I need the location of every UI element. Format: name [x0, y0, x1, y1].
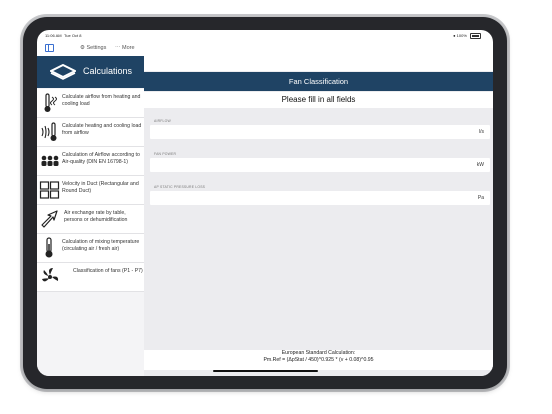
static-pressure-label: AP STATIC PRESSURE LOSS	[154, 185, 206, 189]
menu-item-air-exchange[interactable]: Air exchange rate by table, persons or d…	[37, 205, 144, 234]
more-label: More	[122, 45, 135, 51]
title-bar: Fan Classification	[144, 72, 493, 91]
home-indicator	[213, 370, 318, 372]
footer-formula: Pm.Ref = (ΔpStat / 450)^0.925 * (v + 0.0…	[263, 357, 374, 363]
app-logo-icon	[50, 64, 76, 80]
sidebar-toggle-icon[interactable]	[45, 44, 54, 52]
gear-icon: ⚙	[80, 45, 85, 51]
airflow-field[interactable]: l/s	[150, 125, 490, 139]
sidebar-header: Calculations	[37, 56, 144, 88]
status-bar: 11:06 AM Tue Oct 8 ● 100%	[37, 30, 493, 40]
more-icon: ⋯	[115, 45, 121, 51]
page-subtitle: Please fill in all fields	[144, 92, 493, 108]
menu-item-air-quality[interactable]: Calculation of Airflow according to Air-…	[37, 147, 144, 176]
formula-footer: European Standard Calculation: Pm.Ref = …	[144, 350, 493, 370]
static-pressure-unit: Pa	[477, 195, 484, 201]
fan-power-unit: kW	[476, 162, 484, 168]
menu-item-mixing-temperature[interactable]: Calculation of mixing temperature (circu…	[37, 234, 144, 263]
fan-power-field[interactable]: kW	[150, 158, 490, 172]
settings-button[interactable]: ⚙ Settings	[80, 45, 106, 51]
battery-percent: 100%	[456, 33, 467, 39]
settings-label: Settings	[86, 45, 107, 51]
air-arrow-icon	[41, 210, 58, 228]
footer-heading: European Standard Calculation:	[281, 350, 356, 356]
menu-item-fan-classification[interactable]: Classification of fans (P1 - P7)	[37, 263, 144, 292]
menu-item-airflow-from-load[interactable]: Calculate airflow from heating and cooli…	[37, 89, 144, 118]
airflow-thermometer-icon	[41, 122, 57, 141]
menu-item-duct-velocity[interactable]: Velocity in Duct (Rectangular and Round …	[37, 176, 144, 205]
sidebar: Calculations Calculate airflow from heat…	[37, 56, 144, 376]
menu-label: Classification of fans (P1 - P7)	[73, 268, 143, 274]
duct-grid-icon	[39, 181, 60, 199]
airflow-unit: l/s	[479, 129, 484, 135]
menu-item-load-from-airflow[interactable]: Calculate heating and cooling load from …	[37, 118, 144, 147]
status-date: Tue Oct 8	[64, 33, 82, 38]
main-top-band	[144, 56, 493, 71]
menu-label: Calculate heating and cooling load from …	[62, 123, 142, 136]
page-title: Fan Classification	[288, 77, 349, 86]
menu-label: Calculate airflow from heating and cooli…	[62, 94, 141, 107]
menu-label: Calculation of mixing temperature (circu…	[62, 239, 140, 252]
nav-bar: ⚙ Settings ⋯ More	[37, 40, 493, 56]
menu-label: Velocity in Duct (Rectangular and Round …	[62, 181, 139, 194]
airflow-label: AIRFLOW	[154, 119, 171, 123]
main-panel: Fan Classification Please fill in all fi…	[144, 56, 493, 376]
fan-icon	[42, 268, 59, 282]
static-pressure-field[interactable]: Pa	[150, 191, 490, 205]
menu-label: Air exchange rate by table, persons or d…	[64, 210, 128, 223]
people-icon	[41, 155, 59, 166]
status-time: 11:06 AM	[45, 33, 62, 38]
status-right: ● 100%	[453, 33, 481, 39]
menu-label: Calculation of Airflow according to Air-…	[62, 152, 140, 165]
mixing-thermometer-icon	[45, 237, 53, 258]
fan-power-label: FAN POWER	[154, 152, 177, 156]
sidebar-title: Calculations	[83, 66, 133, 76]
app-screen: 11:06 AM Tue Oct 8 ● 100% ⚙ Settings ⋯ M…	[37, 30, 493, 376]
wifi-icon: ●	[453, 33, 456, 39]
battery-icon	[470, 33, 481, 39]
thermometer-fan-icon	[44, 93, 57, 112]
more-button[interactable]: ⋯ More	[115, 45, 135, 51]
